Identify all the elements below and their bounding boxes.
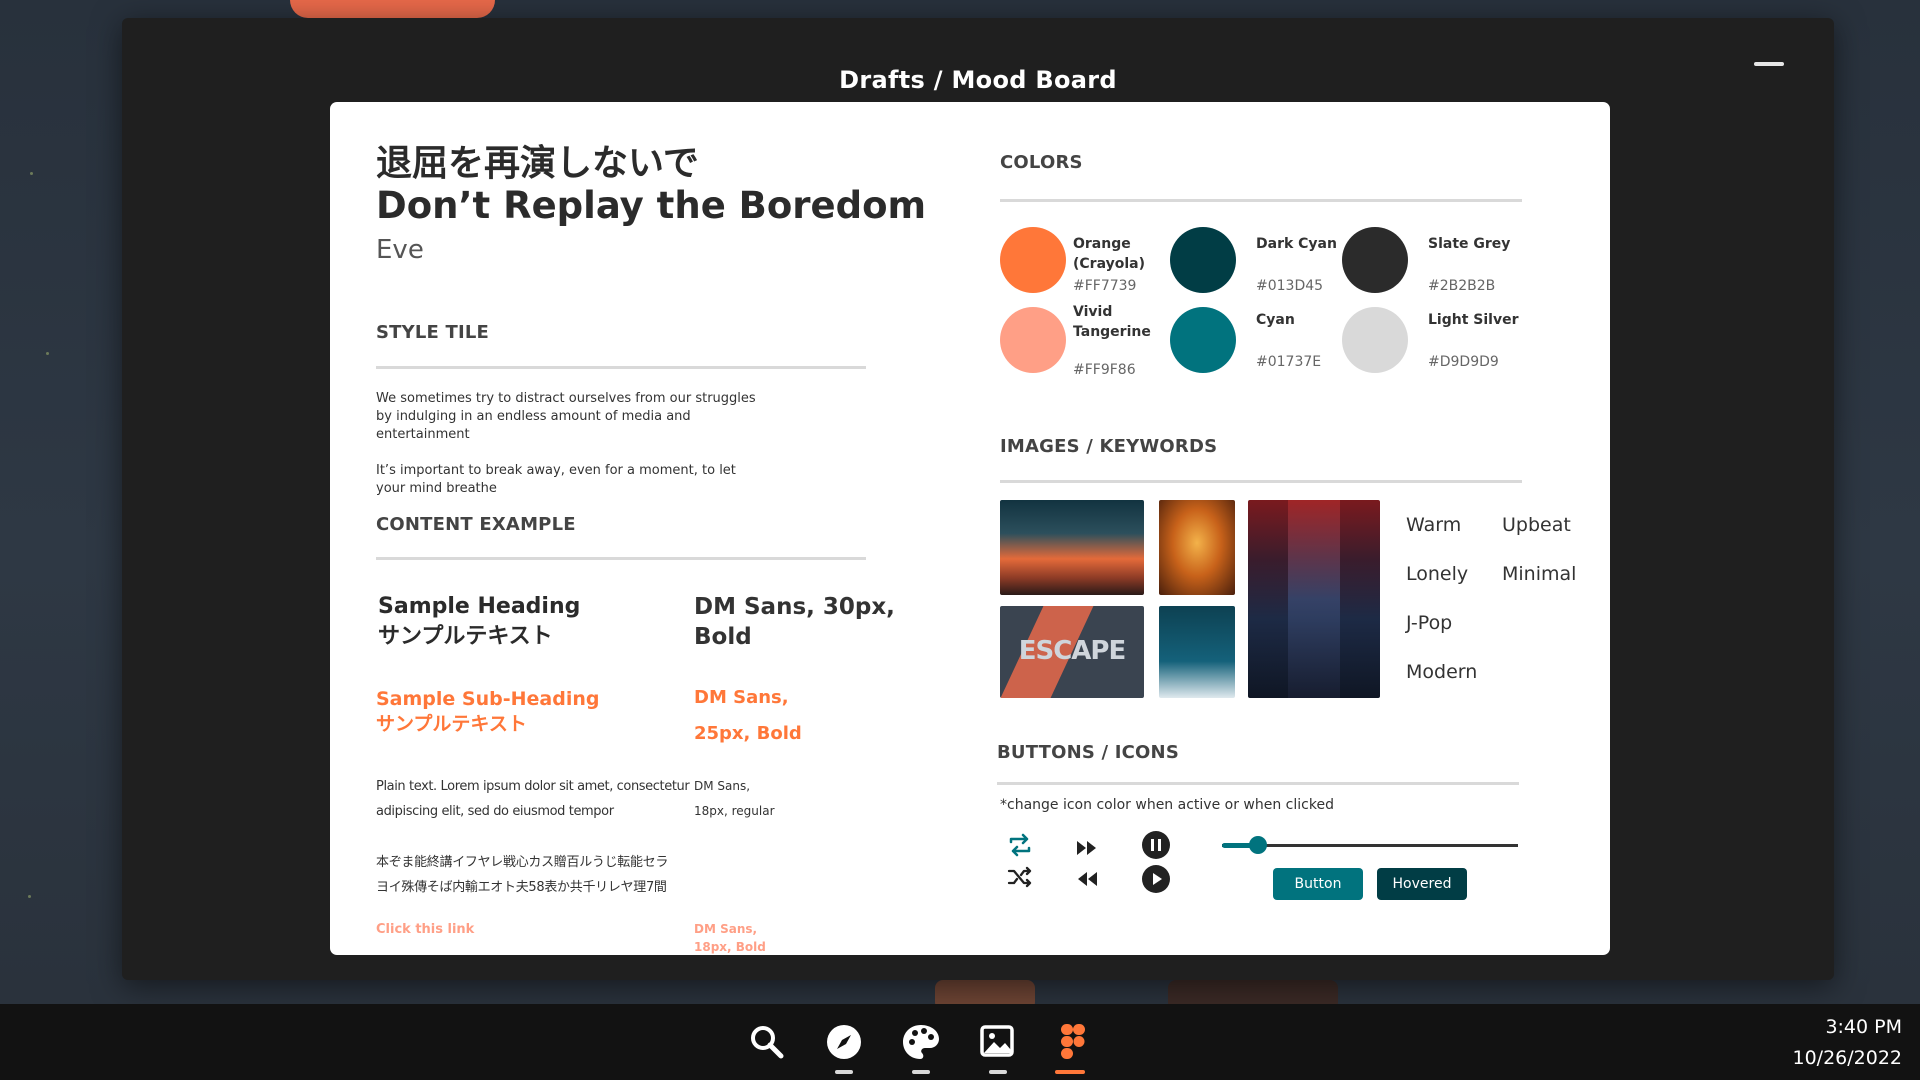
japanese-text-line-1: 本ぞま能終講イフヤレ戦心カス贈百ルうじ転能セラ	[376, 855, 669, 870]
mood-board: 退屈を再演しないで Don’t Replay the Boredom Eve S…	[330, 102, 1610, 955]
sample-heading-jp: サンプルテキスト	[378, 624, 553, 649]
sample-subheading: Sample Sub-Heading サンプルテキスト	[376, 687, 599, 737]
rewind-icon[interactable]	[1072, 864, 1102, 894]
minimize-button[interactable]	[1752, 52, 1786, 78]
style-paragraph-1: We sometimes try to distract ourselves f…	[376, 391, 756, 442]
color-hex-dark-cyan: #013D45	[1256, 278, 1324, 294]
plain-text-line-2: adipiscing elit, sed do eiusmod tempor	[376, 804, 614, 819]
heading-spec-line-1: DM Sans, 30px,	[694, 594, 895, 620]
figma-icon[interactable]	[1053, 1022, 1093, 1062]
divider	[376, 366, 866, 369]
heading-spec-line-2: Bold	[694, 624, 752, 650]
title-english: Don’t Replay the Boredom	[376, 184, 927, 227]
swatch-light-silver[interactable]	[1342, 307, 1408, 373]
divider	[1000, 480, 1522, 483]
plain-spec-line-2: 18px, regular	[694, 804, 775, 818]
color-hex-light-silver: #D9D9D9	[1428, 354, 1499, 370]
background-star	[46, 352, 49, 355]
pause-icon[interactable]	[1141, 830, 1171, 860]
window-title: Drafts / Mood Board	[839, 66, 1117, 94]
taskbar-active-indicator	[1055, 1070, 1085, 1074]
image-hallway	[1159, 500, 1235, 595]
plain-spec-line-1: DM Sans,	[694, 779, 751, 793]
keyword-minimal[interactable]: Minimal	[1502, 563, 1576, 585]
link-spec: DM Sans, 18px, Bold	[694, 920, 766, 955]
swatch-vivid-tangerine[interactable]	[1000, 307, 1066, 373]
color-hex-orange: #FF7739	[1073, 278, 1137, 294]
hovered-button[interactable]: Hovered	[1377, 868, 1467, 900]
color-name-orange: Orange (Crayola)	[1073, 236, 1145, 272]
keyword-upbeat[interactable]: Upbeat	[1502, 514, 1571, 536]
sample-subheading-text: Sample Sub-Heading	[376, 688, 600, 710]
sample-heading-text: Sample Heading	[378, 594, 581, 619]
fast-forward-icon[interactable]	[1072, 833, 1102, 863]
divider	[376, 557, 866, 560]
repeat-icon[interactable]	[1005, 830, 1035, 860]
compass-icon[interactable]	[824, 1022, 864, 1062]
buttons-heading: BUTTONS / ICONS	[997, 742, 1179, 763]
background-figure	[290, 0, 495, 18]
swatch-cyan[interactable]	[1170, 307, 1236, 373]
keyword-warm[interactable]: Warm	[1406, 514, 1461, 536]
content-example-heading: CONTENT EXAMPLE	[376, 514, 576, 535]
style-tile-heading: STYLE TILE	[376, 322, 490, 343]
color-hex-cyan: #01737E	[1256, 354, 1322, 370]
image-ocean	[1159, 606, 1235, 698]
images-heading: IMAGES / KEYWORDS	[1000, 436, 1218, 457]
sample-heading: Sample Heading サンプルテキスト	[378, 592, 580, 652]
title-japanese: 退屈を再演しないで	[376, 143, 699, 184]
sample-subheading-jp: サンプルテキスト	[376, 713, 527, 735]
taskbar-indicator	[989, 1070, 1007, 1074]
image-escape: ESCAPE	[1000, 606, 1144, 698]
image-city-street	[1248, 500, 1380, 698]
subheading-spec-line-2: 25px, Bold	[694, 723, 802, 744]
image-sunset	[1000, 500, 1144, 595]
app-window: Drafts / Mood Board 退屈を再演しないで Don’t Repl…	[122, 18, 1834, 980]
shuffle-icon[interactable]	[1005, 862, 1035, 892]
color-name-vivid-tangerine: Vivid Tangerine	[1073, 304, 1151, 340]
taskbar-indicator	[912, 1070, 930, 1074]
subheading-spec-line-1: DM Sans,	[694, 687, 789, 708]
color-name-light-silver: Light Silver	[1428, 312, 1519, 328]
clock-time: 3:40 PM	[1825, 1016, 1902, 1038]
gallery-icon[interactable]	[978, 1022, 1018, 1062]
swatch-orange[interactable]	[1000, 227, 1066, 293]
japanese-text-line-2: ヨイ殊傳そば内輸エオト夫58表か共千リレヤ理7間	[376, 880, 667, 895]
background-star	[30, 172, 33, 175]
play-icon[interactable]	[1141, 864, 1171, 894]
color-name-slate-grey: Slate Grey	[1428, 236, 1511, 252]
keyword-lonely[interactable]: Lonely	[1406, 563, 1468, 585]
taskbar	[0, 1004, 1920, 1080]
keyword-modern[interactable]: Modern	[1406, 661, 1477, 683]
style-paragraph-2: It’s important to break away, even for a…	[376, 463, 736, 496]
subheading-spec: DM Sans, 25px, Bold	[694, 680, 802, 752]
author-name: Eve	[376, 235, 424, 265]
plain-text-sample: Plain text. Lorem ipsum dolor sit amet, …	[376, 774, 690, 824]
clock-date: 10/26/2022	[1792, 1047, 1902, 1069]
plain-text-spec: DM Sans, 18px, regular	[694, 774, 775, 824]
primary-button[interactable]: Button	[1273, 868, 1363, 900]
system-clock: 3:40 PM 10/26/2022	[1792, 1012, 1902, 1074]
color-hex-vivid-tangerine: #FF9F86	[1073, 362, 1136, 378]
japanese-text-sample: 本ぞま能終講イフヤレ戦心カス贈百ルうじ転能セラ ヨイ殊傳そば内輸エオト夫58表か…	[376, 850, 668, 900]
divider	[997, 782, 1519, 785]
color-hex-slate-grey: #2B2B2B	[1428, 278, 1496, 294]
escape-text: ESCAPE	[1018, 636, 1127, 666]
heading-spec: DM Sans, 30px, Bold	[694, 592, 895, 652]
divider	[1000, 199, 1522, 202]
link-spec-line-1: DM Sans,	[694, 922, 758, 936]
swatch-slate-grey[interactable]	[1342, 227, 1408, 293]
sample-link[interactable]: Click this link	[376, 922, 474, 937]
palette-icon[interactable]	[901, 1022, 941, 1062]
icons-note: *change icon color when active or when c…	[1000, 797, 1334, 813]
background-star	[28, 895, 31, 898]
search-icon[interactable]	[747, 1022, 787, 1062]
link-spec-line-2: 18px, Bold	[694, 940, 766, 954]
keyword-jpop[interactable]: J-Pop	[1406, 612, 1452, 634]
volume-slider-thumb[interactable]	[1248, 836, 1267, 854]
colors-heading: COLORS	[1000, 152, 1083, 173]
plain-text-line-1: Plain text. Lorem ipsum dolor sit amet, …	[376, 779, 690, 794]
swatch-dark-cyan[interactable]	[1170, 227, 1236, 293]
taskbar-indicator	[835, 1070, 853, 1074]
